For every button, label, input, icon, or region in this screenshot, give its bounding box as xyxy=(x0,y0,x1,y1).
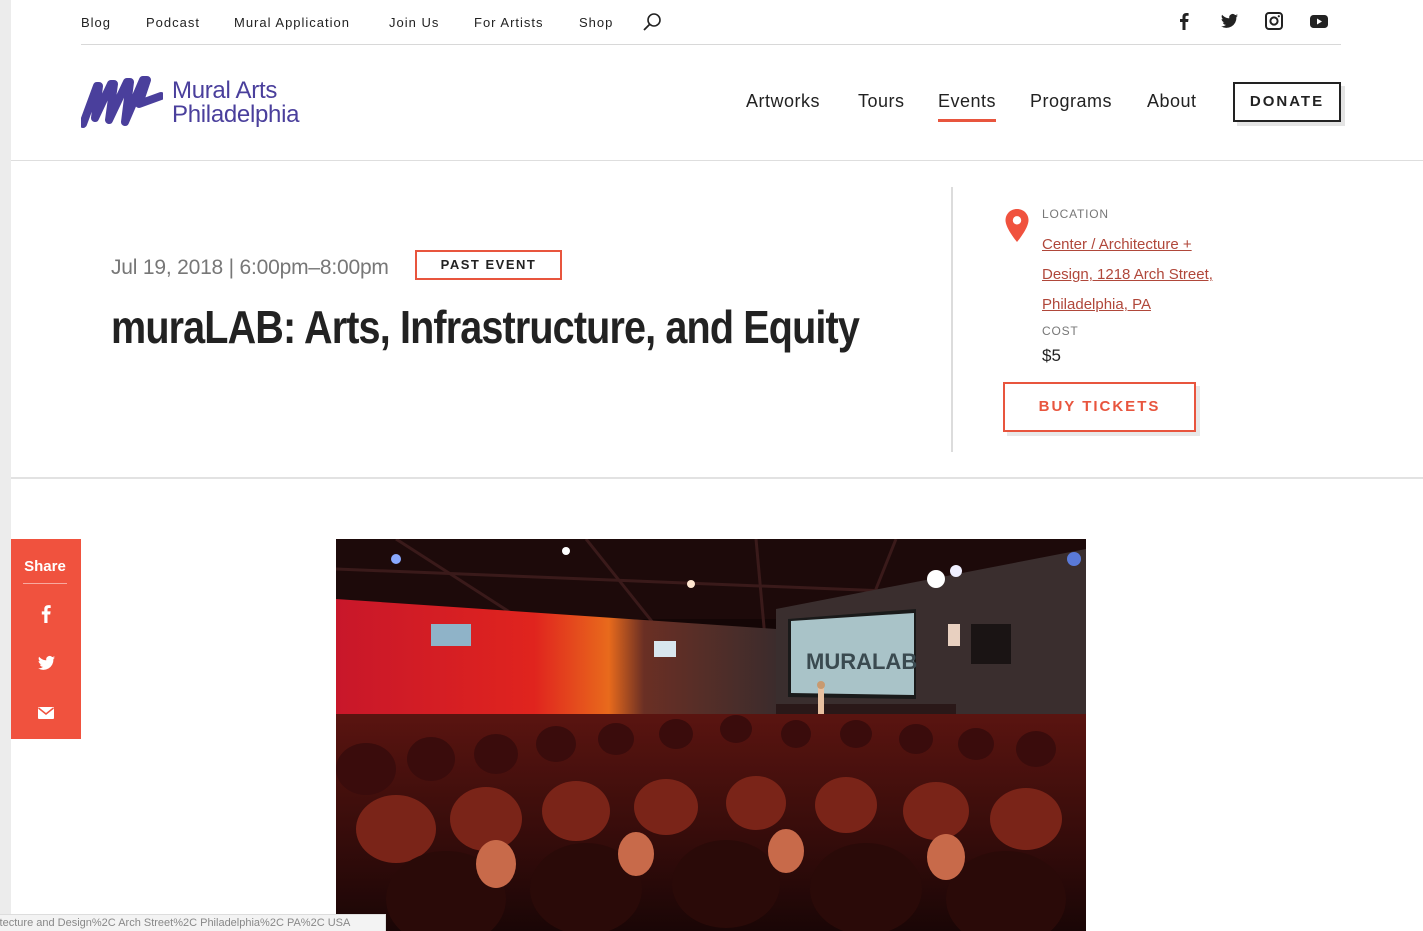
utility-link-join-us[interactable]: Join Us xyxy=(389,15,439,30)
location-line-2: Design, 1218 Arch Street, xyxy=(1042,266,1213,283)
utility-link-for-artists[interactable]: For Artists xyxy=(474,15,544,30)
nav-about[interactable]: About xyxy=(1147,91,1197,112)
location-label: LOCATION xyxy=(1042,207,1109,221)
nav-active-indicator xyxy=(938,119,996,122)
browser-status-bar: hitecture and Design%2C Arch Street%2C P… xyxy=(0,914,386,931)
search-icon[interactable] xyxy=(641,11,663,33)
cost-value: $5 xyxy=(1042,346,1061,365)
logo-text: Mural Arts Philadelphia xyxy=(172,79,299,127)
cost-label: COST xyxy=(1042,324,1079,338)
content-divider xyxy=(11,477,1423,479)
event-info-divider xyxy=(951,187,953,452)
event-title: muraLAB: Arts, Infrastructure, and Equit… xyxy=(111,301,860,353)
location-pin-icon xyxy=(1005,209,1029,242)
share-label: Share xyxy=(24,558,66,575)
utility-link-shop[interactable]: Shop xyxy=(579,15,613,30)
share-divider xyxy=(23,583,67,584)
logo-mark-icon xyxy=(81,76,163,128)
logo-line-2: Philadelphia xyxy=(172,101,300,128)
share-bar: Share xyxy=(11,539,81,739)
utility-link-blog[interactable]: Blog xyxy=(81,15,111,30)
event-photo: MURALAB xyxy=(336,539,1086,931)
header-divider xyxy=(11,160,1423,161)
past-event-badge: PAST EVENT xyxy=(415,250,562,280)
location-link[interactable]: Center / Architecture + Design, 1218 Arc… xyxy=(1042,230,1242,320)
location-line-1: Center / Architecture + xyxy=(1042,236,1192,253)
email-icon[interactable] xyxy=(35,702,57,724)
utility-nav: Blog Podcast Mural Application Join Us F… xyxy=(81,0,1341,45)
utility-link-mural-application[interactable]: Mural Application xyxy=(234,15,350,30)
utility-link-podcast[interactable]: Podcast xyxy=(146,15,200,30)
instagram-icon[interactable] xyxy=(1263,10,1285,32)
nav-artworks[interactable]: Artworks xyxy=(746,91,820,112)
facebook-icon[interactable] xyxy=(1173,10,1195,32)
donate-button[interactable]: DONATE xyxy=(1233,82,1341,122)
nav-tours[interactable]: Tours xyxy=(858,91,905,112)
nav-events[interactable]: Events xyxy=(938,91,996,112)
location-line-3: Philadelphia, PA xyxy=(1042,296,1151,313)
logo-line-1: Mural Arts xyxy=(172,77,278,104)
buy-tickets-button[interactable]: BUY TICKETS xyxy=(1003,382,1196,432)
nav-programs[interactable]: Programs xyxy=(1030,91,1112,112)
twitter-icon[interactable] xyxy=(35,652,57,674)
facebook-icon[interactable] xyxy=(35,602,57,624)
page: Blog Podcast Mural Application Join Us F… xyxy=(11,0,1423,931)
event-photo-image: MURALAB xyxy=(336,539,1086,931)
youtube-icon[interactable] xyxy=(1308,10,1330,32)
twitter-icon[interactable] xyxy=(1218,10,1240,32)
event-date: Jul 19, 2018 | 6:00pm–8:00pm xyxy=(111,256,389,279)
screen-text: MURALAB xyxy=(806,649,917,674)
site-logo[interactable]: Mural Arts Philadelphia xyxy=(81,74,321,130)
